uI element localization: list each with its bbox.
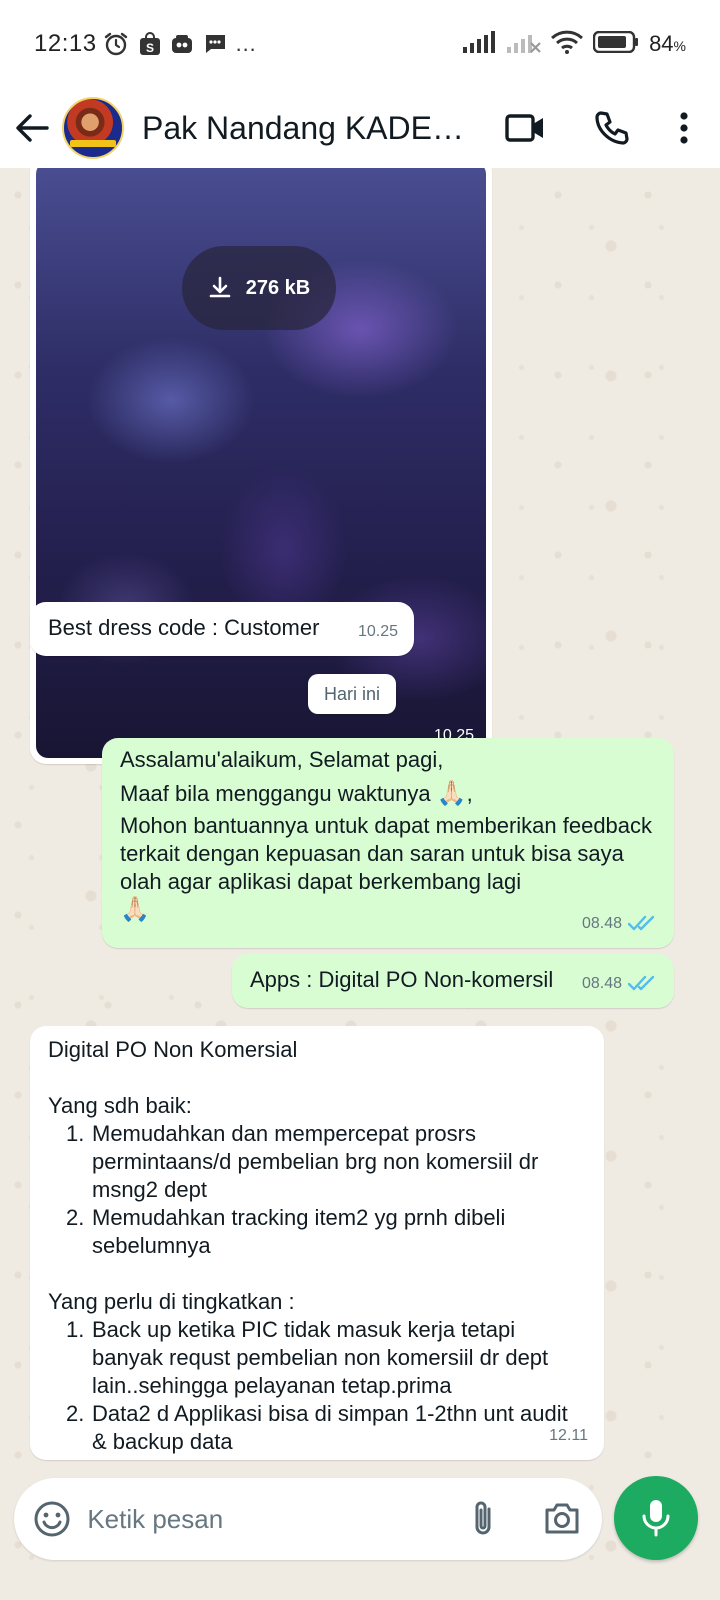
back-button[interactable] [2,88,62,168]
folded-hands-emoji: 🙏🏻 [120,896,150,923]
message-line-suffix: , [466,781,473,806]
more-options-button[interactable] [654,88,714,168]
chat-icon [203,33,227,55]
bag-icon [171,33,193,55]
system-icons: 84% [463,30,686,59]
more-vert-icon [680,112,688,144]
date-separator: Hari ini [308,674,396,714]
outgoing-message[interactable]: Apps : Digital PO Non-komersil 08.48 [232,954,674,1008]
status-bar: 12:13 S … 84% [0,0,720,88]
list-item: 2. Data2 d Applikasi bisa di simpan 1-2th… [48,1400,586,1456]
blurred-image-preview[interactable]: 276 kB 10.25 [36,168,486,758]
chat-header: Pak Nandang KADEP... [0,88,720,168]
paperclip-icon [475,1501,491,1535]
voice-message-button[interactable] [614,1476,698,1560]
message-time: 10.25 [357,623,398,640]
list-number: 2. [66,1205,85,1230]
outgoing-message[interactable]: Assalamu'alaikum, Selamat pagi, Maaf bil… [102,738,674,948]
list-item-text: Memudahkan tracking item2 yg prnh dibeli… [92,1205,506,1258]
message-text: Apps : Digital PO Non-komersil [250,967,554,992]
list-item: 1. Memudahkan dan mempercepat prosrs perm… [48,1120,586,1204]
message-line-text: Maaf bila menggangu waktunya [120,781,431,806]
contact-avatar[interactable] [62,97,124,159]
good-points-list: 1. Memudahkan dan mempercepat prosrs perm… [48,1120,586,1260]
camera-icon [545,1503,579,1534]
section-heading: Yang perlu di tingkatkan : [48,1289,295,1314]
download-button[interactable]: 276 kB [182,246,336,330]
status-time: 12:13 [34,30,97,57]
message-time: 08.48 [581,915,622,932]
list-number: 1. [66,1317,85,1342]
message-composer [14,1478,602,1560]
message-paragraph: Mohon bantuannya untuk dapat memberikan … [120,813,653,894]
read-double-tick-icon [628,975,658,993]
message-meta: 08.48 [582,970,658,998]
header-actions [482,88,720,168]
attach-button[interactable] [444,1478,523,1560]
voice-call-button[interactable] [568,88,654,168]
battery-percent: 84% [649,31,686,57]
emoji-button[interactable] [18,1478,85,1560]
list-number: 2. [66,1401,85,1426]
wifi-icon [551,30,584,59]
microphone-icon [642,1500,670,1537]
read-double-tick-icon [628,915,658,933]
download-size: 276 kB [245,277,311,299]
message-meta: 08.48 [582,910,658,938]
camera-button[interactable] [523,1478,602,1560]
more-notifications-indicator: … [234,31,259,56]
section-heading: Yang sdh baik: [48,1093,192,1118]
voice-call-icon [595,111,629,145]
alarm-icon [103,31,129,57]
list-item: 1. Back up ketika PIC tidak masuk kerja t… [48,1316,586,1400]
list-number: 1. [66,1121,85,1146]
emoji-icon [34,1501,70,1537]
chat-messages[interactable]: 276 kB 10.25 Best dress code : Customer … [0,168,720,1600]
shopee-icon: S [139,32,161,56]
message-time: 08.48 [581,975,622,992]
back-arrow-icon [16,114,49,142]
message-text: Best dress code : Customer [48,615,320,640]
incoming-message[interactable]: Digital PO Non Komersial Yang sdh baik: … [30,1026,604,1460]
message-line: Maaf bila menggangu waktunya 🙏🏻, [120,780,656,808]
improvement-points-list: 1. Back up ketika PIC tidak masuk kerja t… [48,1316,586,1456]
list-item: 2. Memudahkan tracking item2 yg prnh dibe… [48,1204,586,1260]
signal-icon [463,30,497,58]
video-call-button[interactable] [482,88,568,168]
svg-text:S: S [146,41,154,55]
message-time: 12.11 [549,1427,588,1444]
contact-name[interactable]: Pak Nandang KADEP... [142,110,472,147]
list-item-text: Memudahkan dan mempercepat prosrs permin… [92,1121,539,1202]
download-icon [209,276,231,298]
message-line: Assalamu'alaikum, Selamat pagi, [120,747,444,772]
video-call-icon [505,114,543,142]
folded-hands-emoji: 🙏🏻 [436,780,467,807]
battery-percent-value: 84 [649,31,674,56]
battery-percent-unit: % [673,38,686,54]
list-item-text: Data2 d Applikasi bisa di simpan 1-2thn … [92,1401,568,1454]
battery-icon [592,30,639,58]
incoming-message[interactable]: Best dress code : Customer 10.25 [30,602,414,656]
list-item-text: Back up ketika PIC tidak masuk kerja tet… [92,1317,549,1398]
signal-no-service-icon [507,31,541,58]
message-title: Digital PO Non Komersial [48,1037,298,1062]
message-input[interactable] [87,1503,444,1535]
notification-icons: S [103,31,227,57]
image-message[interactable]: 276 kB 10.25 [30,168,492,764]
